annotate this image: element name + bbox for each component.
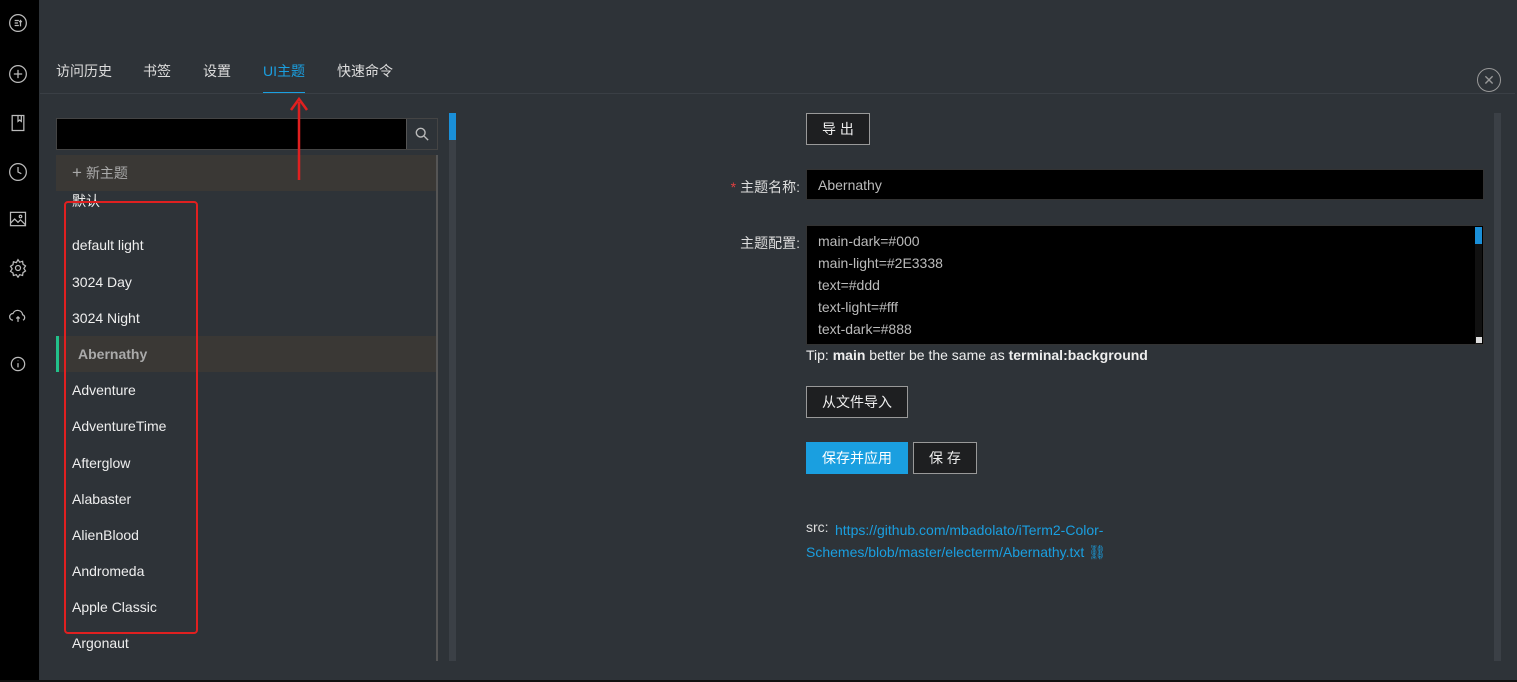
tab-ui-theme[interactable]: UI主题: [263, 60, 305, 94]
plus-icon: +: [72, 163, 82, 182]
tip-text: Tip: main better be the same as terminal…: [806, 347, 1148, 363]
config-line: text-dark=#888: [818, 321, 912, 337]
theme-config-textarea[interactable]: main-dark=#000 main-light=#2E3338 text=#…: [806, 225, 1484, 345]
bookmark-icon[interactable]: [7, 112, 29, 134]
tab-history[interactable]: 访问历史: [56, 60, 112, 94]
src-link[interactable]: https://github.com/mbadolato/iTerm2-Colo…: [806, 519, 1136, 563]
image-icon[interactable]: [7, 208, 29, 230]
settings-icon[interactable]: [7, 257, 29, 279]
list-scrollbar[interactable]: [436, 155, 438, 661]
link-icon: ⛓: [1088, 544, 1106, 560]
annotation-arrow-icon: [289, 96, 309, 180]
search-input[interactable]: [57, 119, 407, 149]
new-theme-label: 新主题: [85, 165, 128, 181]
history-icon[interactable]: [7, 161, 29, 183]
config-line: main-light=#2E3338: [818, 255, 943, 271]
scroll-thumb[interactable]: [1475, 227, 1482, 244]
config-line: text=#ddd: [818, 277, 880, 293]
info-icon[interactable]: [7, 353, 29, 375]
theme-name-label: * 主题名称:: [730, 179, 800, 195]
icon-rail: [0, 0, 39, 682]
annotation-box: [64, 201, 198, 634]
search-icon: [415, 127, 429, 141]
search-button[interactable]: [406, 119, 437, 149]
tab-settings[interactable]: 设置: [203, 60, 231, 94]
scroll-thumb[interactable]: [449, 113, 456, 140]
tab-quick-commands[interactable]: 快速命令: [337, 60, 393, 94]
right-scrollbar[interactable]: [1494, 113, 1501, 661]
panel-scrollbar[interactable]: [449, 113, 456, 661]
export-button[interactable]: 导 出: [806, 113, 870, 145]
config-scrollbar[interactable]: [1475, 227, 1482, 344]
theme-name-input[interactable]: [806, 169, 1484, 200]
cloud-sync-icon[interactable]: [7, 305, 29, 327]
save-and-apply-button[interactable]: 保存并应用: [806, 442, 908, 474]
config-line: main-dark=#000: [818, 233, 920, 249]
new-theme-button[interactable]: + 新主题: [56, 155, 436, 191]
theme-config-label: 主题配置:: [740, 235, 800, 251]
config-line: text-light=#fff: [818, 299, 899, 315]
import-from-file-button[interactable]: 从文件导入: [806, 386, 908, 418]
logo-icon[interactable]: [7, 12, 29, 34]
add-icon[interactable]: [7, 63, 29, 85]
save-button[interactable]: 保 存: [913, 442, 977, 474]
close-icon[interactable]: ✕: [1477, 68, 1501, 92]
resize-handle-icon[interactable]: [1476, 337, 1482, 343]
tabs-divider: [40, 93, 1515, 94]
theme-search: [56, 118, 438, 150]
tab-bookmarks[interactable]: 书签: [143, 60, 171, 94]
